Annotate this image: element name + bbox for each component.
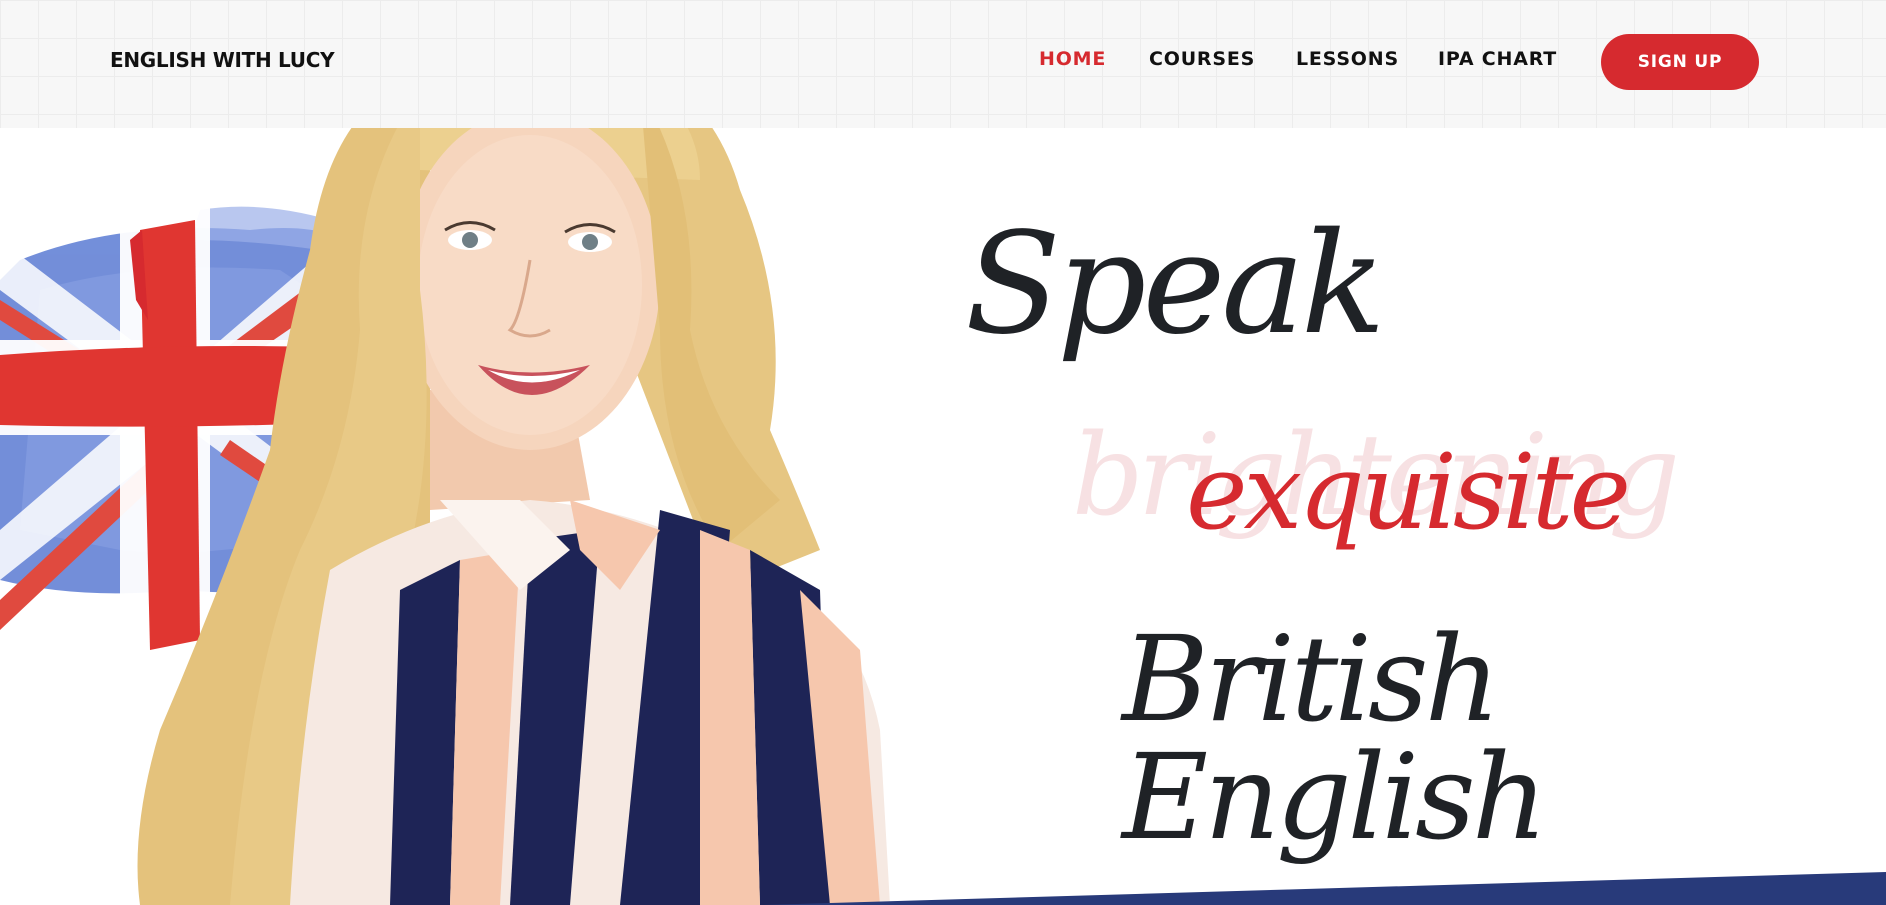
portrait-photo — [137, 34, 890, 905]
hero-line-british-english: British English — [1122, 610, 1548, 866]
hero-line-exquisite: exquisite — [1186, 431, 1631, 553]
site-logo[interactable]: ENGLISH WITH LUCY — [110, 48, 335, 72]
nav-ipa-chart[interactable]: IPA CHART — [1438, 48, 1557, 70]
nav-courses[interactable]: COURSES — [1149, 48, 1255, 70]
hero-line-speak: Speak — [965, 203, 1386, 366]
signup-button[interactable]: SIGN UP — [1601, 34, 1759, 90]
nav-home[interactable]: HOME — [1039, 48, 1106, 70]
site-header: ENGLISH WITH LUCY HOME COURSES LESSONS I… — [0, 0, 1886, 128]
nav-lessons[interactable]: LESSONS — [1296, 48, 1399, 70]
